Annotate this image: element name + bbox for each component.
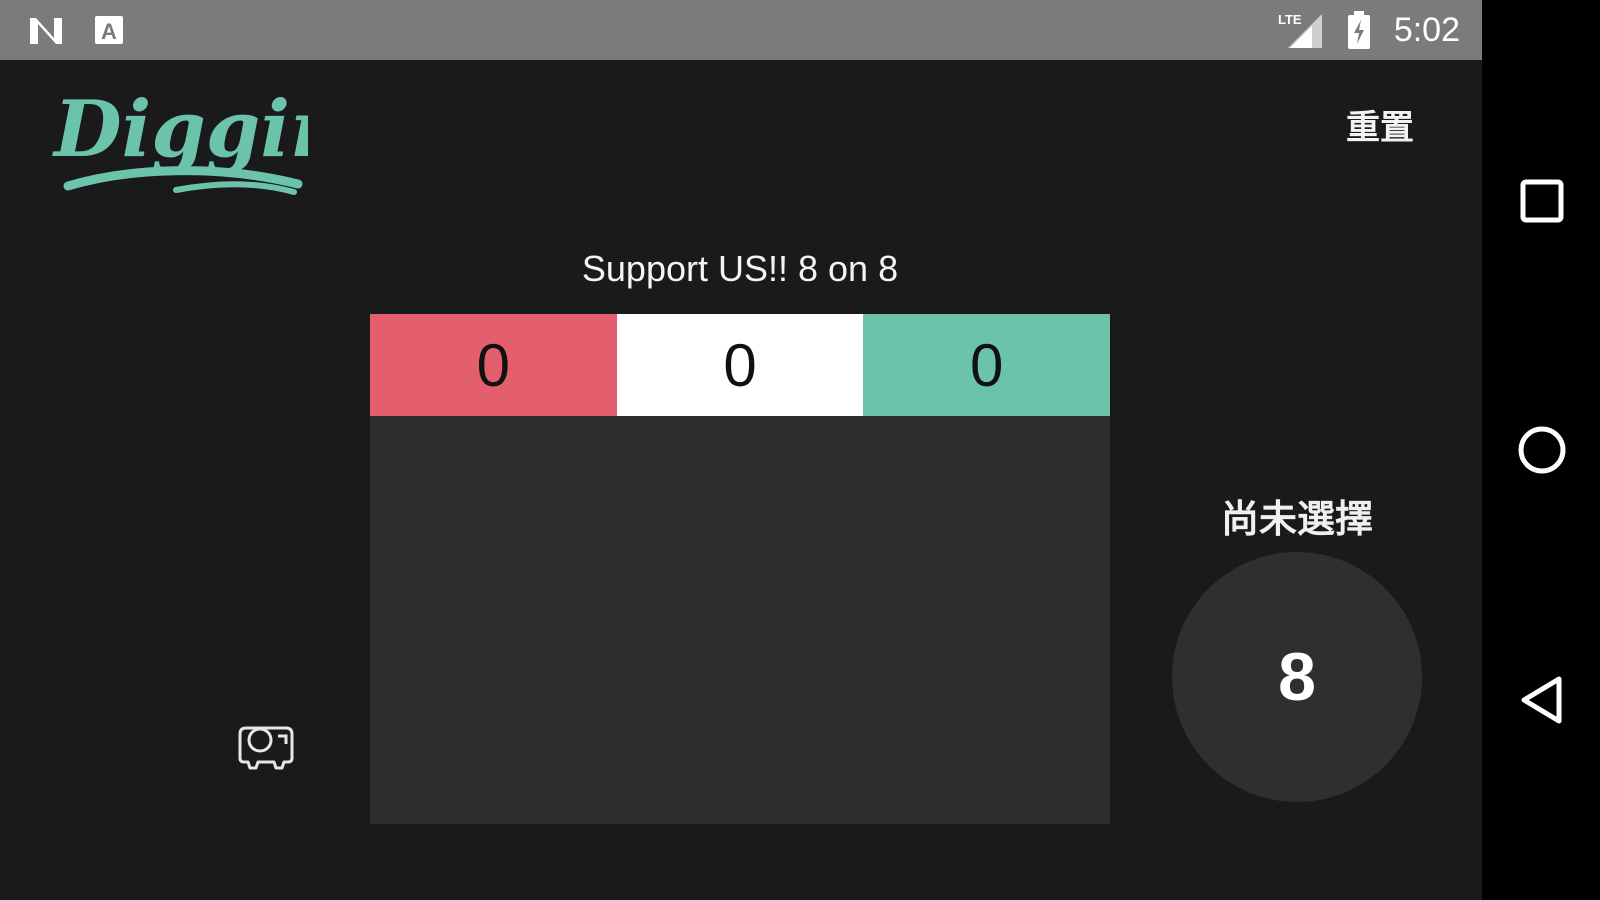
home-circle-icon — [1518, 426, 1566, 474]
recents-square-icon — [1520, 179, 1564, 223]
svg-text:LTE: LTE — [1278, 12, 1302, 27]
game-board[interactable] — [370, 416, 1110, 824]
green-score: 0 — [863, 314, 1111, 416]
red-score: 0 — [370, 314, 617, 416]
page-title: Support US!! 8 on 8 — [581, 248, 899, 289]
logo-wordmark: Diggin' — [52, 84, 308, 175]
back-button[interactable] — [1516, 674, 1568, 726]
camera-button[interactable] — [234, 720, 298, 772]
score-bar: 0 0 0 — [370, 314, 1111, 416]
status-clock: 5:02 — [1393, 10, 1460, 49]
recents-button[interactable] — [1516, 175, 1568, 227]
count-value: 8 — [1278, 639, 1316, 715]
a-notification-icon: A — [95, 16, 123, 44]
back-triangle-icon — [1521, 676, 1562, 724]
camera-icon — [238, 726, 294, 770]
battery-charging-icon — [1347, 11, 1370, 49]
svg-text:A: A — [101, 19, 117, 44]
selection-status: 尚未選擇 — [1220, 499, 1373, 541]
n-notification-icon — [30, 18, 62, 44]
home-button[interactable] — [1516, 424, 1568, 476]
status-bar-right: LTE 5:02 — [1278, 10, 1460, 50]
diggin-logo-graphic: Diggin' — [52, 84, 371, 195]
status-bar-left: A — [28, 14, 124, 46]
reset-button[interactable]: 重置 — [1346, 100, 1414, 149]
count-circle-button[interactable]: 8 — [1172, 552, 1422, 802]
status-bar: A LTE 5:02 — [0, 0, 1482, 60]
diggin-logo: Diggin' — [48, 68, 371, 208]
navigation-bar — [1482, 0, 1600, 900]
white-score: 0 — [616, 314, 864, 416]
lte-signal-icon: LTE — [1278, 12, 1322, 48]
